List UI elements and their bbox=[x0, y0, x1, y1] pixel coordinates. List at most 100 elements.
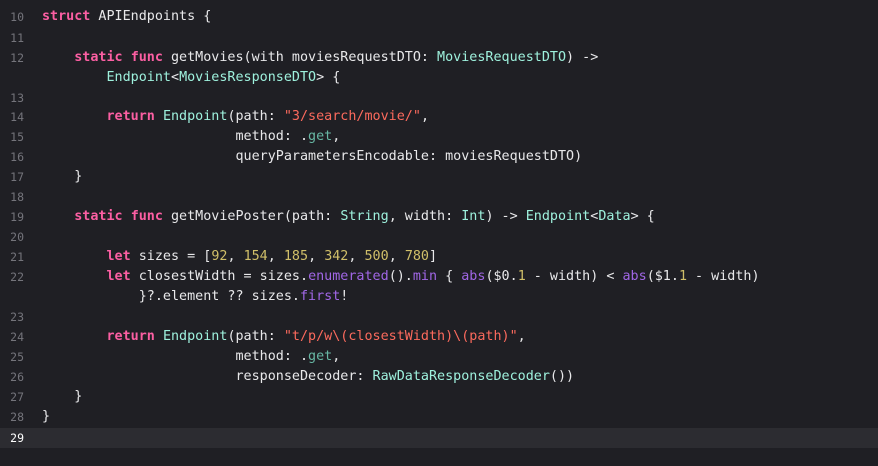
code-token: MoviesRequestDTO bbox=[437, 50, 567, 65]
code-line[interactable]: Endpoint<MoviesResponseDTO> { bbox=[0, 68, 878, 88]
code-token: , width: bbox=[388, 209, 462, 224]
code-line[interactable]: 29 bbox=[0, 428, 878, 448]
code-token: "3/search/movie/" bbox=[283, 109, 421, 124]
code-token: > { bbox=[630, 209, 655, 224]
code-token: RawDataResponseDecoder bbox=[372, 369, 550, 384]
code-text[interactable]: return Endpoint(path: "3/search/movie/", bbox=[42, 107, 430, 127]
code-token: responseDecoder: bbox=[42, 369, 373, 384]
code-token: first bbox=[299, 289, 341, 304]
code-text[interactable]: method: .get, bbox=[42, 127, 340, 147]
code-token: (). bbox=[388, 269, 413, 284]
line-number: 19 bbox=[10, 210, 24, 224]
code-text[interactable]: }?.element ?? sizes.first! bbox=[42, 287, 349, 307]
code-token: (path: bbox=[227, 329, 284, 344]
code-token: Int bbox=[461, 209, 486, 224]
code-line[interactable]: 12 static func getMovies(with moviesRequ… bbox=[0, 48, 878, 68]
code-token: 342 bbox=[324, 249, 349, 264]
code-line[interactable]: 28} bbox=[0, 407, 878, 427]
code-text[interactable]: queryParametersEncodable: moviesRequestD… bbox=[42, 147, 582, 167]
line-number: 14 bbox=[10, 110, 24, 124]
code-line[interactable]: 19 static func getMoviePoster(path: Stri… bbox=[0, 207, 878, 227]
code-line[interactable]: 17 } bbox=[0, 167, 878, 187]
line-number: 23 bbox=[10, 310, 24, 324]
code-text[interactable]: Endpoint<MoviesResponseDTO> { bbox=[42, 68, 341, 88]
code-text[interactable]: } bbox=[42, 387, 82, 407]
code-token: static bbox=[74, 50, 123, 65]
code-token: closestWidth = sizes. bbox=[130, 269, 309, 284]
code-token: 1 bbox=[678, 269, 687, 284]
code-token: ($0. bbox=[485, 269, 518, 284]
code-token: } bbox=[42, 389, 83, 404]
code-token: "t/p/w\(closestWidth)\(path)" bbox=[283, 329, 518, 344]
code-token: (path: bbox=[227, 109, 284, 124]
code-token: 500 bbox=[364, 249, 389, 264]
code-line[interactable]: 21 let sizes = [92, 154, 185, 342, 500, … bbox=[0, 247, 878, 267]
code-line[interactable]: 15 method: .get, bbox=[0, 127, 878, 147]
code-line[interactable]: 16 queryParametersEncodable: moviesReque… bbox=[0, 147, 878, 167]
code-token: sizes = [ bbox=[130, 249, 212, 264]
code-text[interactable]: } bbox=[42, 167, 82, 187]
line-number: 15 bbox=[10, 130, 24, 144]
code-token: > { bbox=[316, 70, 341, 85]
code-text[interactable]: let sizes = [92, 154, 185, 342, 500, 780… bbox=[42, 247, 438, 267]
code-token: Data bbox=[598, 209, 631, 224]
code-line[interactable]: 14 return Endpoint(path: "3/search/movie… bbox=[0, 107, 878, 127]
code-token: String bbox=[340, 209, 389, 224]
code-text[interactable]: let closestWidth = sizes.enumerated().mi… bbox=[42, 267, 760, 287]
code-token: ! bbox=[340, 289, 349, 304]
code-token: min bbox=[412, 269, 438, 284]
code-token: , bbox=[420, 109, 429, 124]
code-token: 185 bbox=[283, 249, 309, 264]
code-line[interactable]: 18 bbox=[0, 187, 878, 207]
code-line[interactable]: 25 method: .get, bbox=[0, 347, 878, 367]
code-token: 1 bbox=[517, 269, 526, 284]
code-line[interactable]: }?.element ?? sizes.first! bbox=[0, 287, 878, 307]
code-token: 780 bbox=[404, 249, 429, 264]
code-line[interactable]: 10 struct APIEndpoints { bbox=[0, 7, 878, 27]
code-text[interactable]: method: .get, bbox=[42, 347, 340, 367]
code-line[interactable]: 27 } bbox=[0, 387, 878, 407]
line-number: 27 bbox=[10, 390, 24, 404]
code-token: , bbox=[388, 249, 405, 264]
code-editor[interactable]: 10 struct APIEndpoints {11 12 static func … bbox=[0, 0, 878, 466]
code-token: Endpoint bbox=[106, 70, 172, 85]
line-number: 13 bbox=[10, 91, 24, 105]
code-token: , bbox=[267, 249, 284, 264]
code-token: func bbox=[130, 50, 163, 65]
code-token: , bbox=[348, 249, 365, 264]
code-token: }?.element ?? sizes. bbox=[42, 289, 300, 304]
code-token: return bbox=[106, 109, 155, 124]
code-token: method: . bbox=[42, 129, 309, 144]
code-line[interactable]: 26 responseDecoder: RawDataResponseDecod… bbox=[0, 367, 878, 387]
code-text[interactable]: return Endpoint(path: "t/p/w\(closestWid… bbox=[42, 327, 526, 347]
code-token: static bbox=[74, 209, 123, 224]
code-token: 154 bbox=[243, 249, 268, 264]
code-line[interactable]: 11 bbox=[0, 28, 878, 48]
code-text[interactable]: responseDecoder: RawDataResponseDecoder(… bbox=[42, 367, 574, 387]
code-text[interactable]: struct APIEndpoints { bbox=[42, 7, 211, 27]
code-token: ()) bbox=[549, 369, 575, 384]
code-token: let bbox=[106, 249, 131, 264]
code-line[interactable]: 13 bbox=[0, 88, 878, 108]
code-token: getMoviePoster(path: bbox=[162, 209, 341, 224]
code-line[interactable]: 22 let closestWidth = sizes.enumerated()… bbox=[0, 267, 878, 287]
line-number: 21 bbox=[10, 250, 24, 264]
code-line[interactable]: 23 bbox=[0, 307, 878, 327]
code-token: , bbox=[227, 249, 244, 264]
code-token: , bbox=[332, 129, 341, 144]
code-text[interactable]: } bbox=[42, 407, 50, 427]
code-line[interactable]: 20 bbox=[0, 227, 878, 247]
code-line[interactable]: 24 return Endpoint(path: "t/p/w\(closest… bbox=[0, 327, 878, 347]
line-number: 22 bbox=[10, 270, 24, 284]
code-text[interactable]: static func getMovies(with moviesRequest… bbox=[42, 48, 598, 68]
code-text[interactable]: static func getMoviePoster(path: String,… bbox=[42, 207, 655, 227]
line-number: 20 bbox=[10, 230, 24, 244]
code-token: get bbox=[308, 349, 333, 364]
